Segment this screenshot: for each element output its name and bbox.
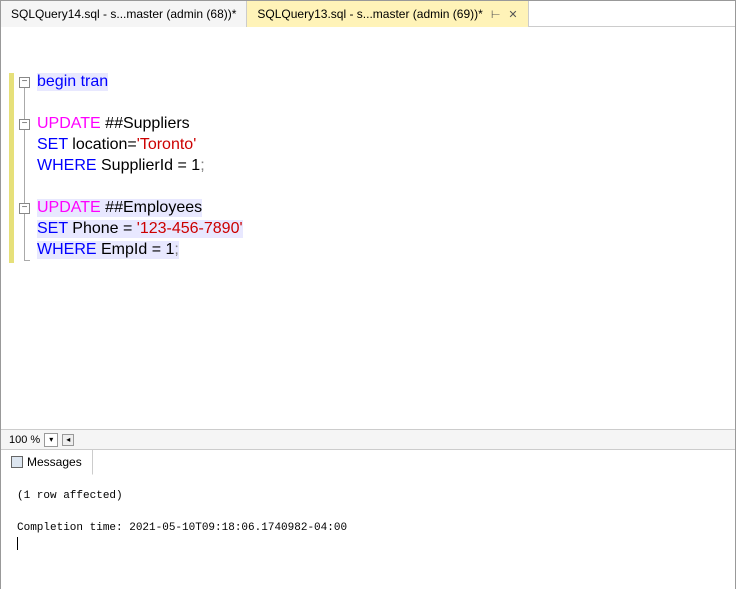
code-line[interactable]: UPDATE ##Employees (37, 199, 735, 220)
code-line[interactable]: begin tran (37, 73, 735, 94)
string-literal: 'Toronto' (137, 136, 196, 153)
expression: EmpId = 1 (97, 241, 175, 258)
scroll-left-icon[interactable]: ◂ (62, 434, 74, 446)
close-icon[interactable]: ✕ (508, 8, 517, 21)
tab-sqlquery13[interactable]: SQLQuery13.sql - s...master (admin (69))… (247, 1, 528, 27)
change-indicator (9, 73, 14, 263)
keyword: tran (76, 73, 108, 90)
pin-icon[interactable]: ⊢ (491, 8, 501, 21)
keyword: SET (37, 220, 68, 237)
code-line[interactable]: SET location='Toronto' (37, 136, 735, 157)
keyword: SET (37, 136, 68, 153)
collapse-icon[interactable]: − (19, 119, 30, 130)
code-line[interactable]: SET Phone = '123-456-7890' (37, 220, 735, 241)
punctuation: ; (200, 157, 204, 174)
outline-end (24, 260, 30, 261)
keyword: WHERE (37, 241, 97, 258)
identifier: location= (68, 136, 137, 153)
messages-icon (11, 456, 23, 468)
tab-sqlquery14[interactable]: SQLQuery14.sql - s...master (admin (68))… (1, 1, 247, 27)
code-line[interactable] (37, 94, 735, 115)
text-cursor (17, 537, 18, 550)
keyword: WHERE (37, 157, 97, 174)
identifier: Phone = (68, 220, 137, 237)
keyword: UPDATE (37, 199, 101, 216)
code-line[interactable] (37, 178, 735, 199)
expression: SupplierId = 1 (97, 157, 201, 174)
outline-line (24, 88, 25, 260)
keyword: begin (37, 73, 76, 90)
messages-pane[interactable]: (1 row affected) Completion time: 2021-0… (1, 475, 735, 589)
code-line[interactable]: UPDATE ##Suppliers (37, 115, 735, 136)
completion-time-text: Completion time: 2021-05-10T09:18:06.174… (17, 519, 719, 537)
collapse-icon[interactable]: − (19, 203, 30, 214)
code-editor[interactable]: − − − begin tran UPDATE ##Suppliers SET … (1, 27, 735, 429)
messages-tab-label: Messages (27, 455, 82, 469)
results-tab-bar: Messages (1, 449, 735, 475)
rows-affected-text: (1 row affected) (17, 487, 719, 505)
collapse-icon[interactable]: − (19, 77, 30, 88)
tab-label: SQLQuery14.sql - s...master (admin (68))… (11, 7, 236, 21)
string-literal: '123-456-7890' (137, 220, 243, 237)
zoom-bar: 100 % ▾ ◂ (1, 429, 735, 449)
tab-label: SQLQuery13.sql - s...master (admin (69))… (257, 7, 482, 21)
code-line[interactable]: WHERE EmpId = 1; (37, 241, 735, 262)
identifier: ##Suppliers (101, 115, 190, 132)
keyword: UPDATE (37, 115, 101, 132)
zoom-value: 100 % (5, 434, 44, 446)
punctuation: ; (174, 241, 178, 258)
tab-bar: SQLQuery14.sql - s...master (admin (68))… (1, 1, 735, 27)
gutter: − − − (1, 27, 33, 429)
zoom-dropdown-icon[interactable]: ▾ (44, 433, 58, 447)
messages-tab[interactable]: Messages (1, 450, 93, 475)
code-line[interactable]: WHERE SupplierId = 1; (37, 157, 735, 178)
identifier: ##Employees (101, 199, 202, 216)
